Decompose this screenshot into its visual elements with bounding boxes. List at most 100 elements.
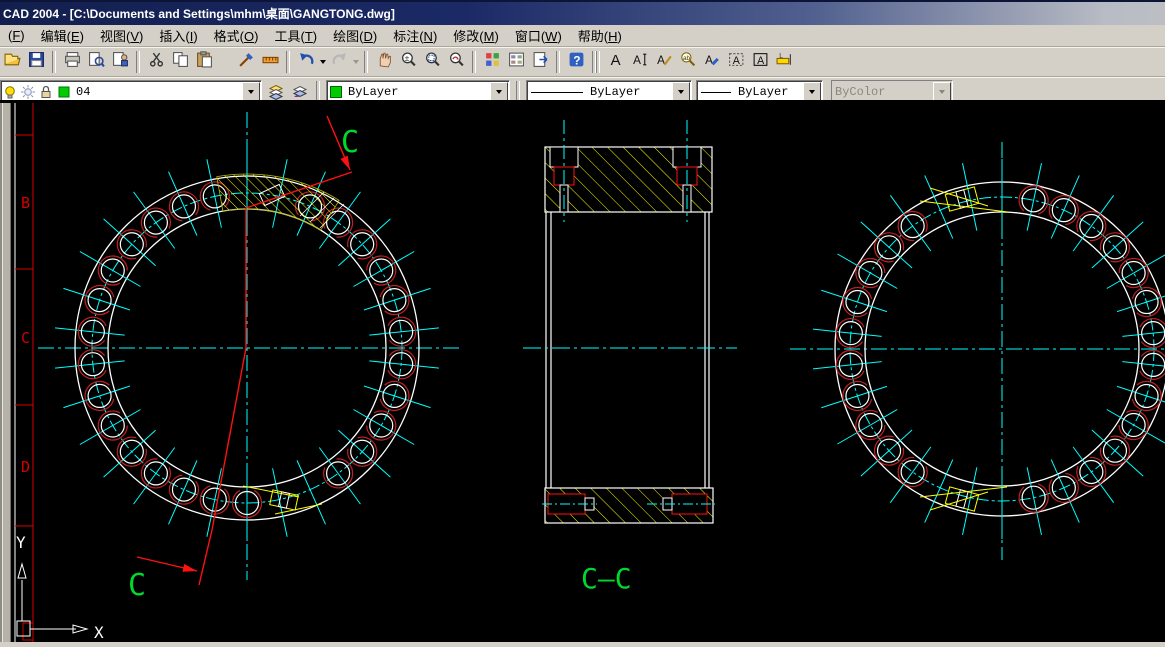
plotstyle-combo-arrow xyxy=(933,82,951,102)
preview-icon xyxy=(88,51,105,73)
menu-bar: (F) 编辑(E) 视图(V) 插入(I) 格式(O) 工具(T) 绘图(D) 标注(N) 修改… xyxy=(0,25,1165,47)
sheetset-button[interactable] xyxy=(529,51,551,73)
designcenter-button[interactable] xyxy=(505,51,527,73)
paste-icon xyxy=(196,51,213,73)
menu-item-7[interactable]: 标注(N) xyxy=(385,24,445,47)
matchruler-button[interactable] xyxy=(259,51,281,73)
edittext-button[interactable]: A xyxy=(653,51,675,73)
redo-dropdown-button[interactable] xyxy=(351,51,360,73)
toolbar-gap xyxy=(216,51,234,73)
designcenter-icon xyxy=(508,51,525,73)
find-icon: ab xyxy=(680,51,697,73)
menu-item-3[interactable]: 插入(I) xyxy=(151,24,205,47)
menu-item-9[interactable]: 窗口(W) xyxy=(507,24,570,47)
zoom-realtime-button[interactable]: ± xyxy=(397,51,419,73)
svg-text:±: ± xyxy=(404,53,409,63)
style-button[interactable]: A xyxy=(701,51,723,73)
lineweight-value: ByLayer xyxy=(738,85,789,99)
svg-text:?: ? xyxy=(573,54,580,67)
toolbar-separator xyxy=(472,51,476,73)
undo-dropdown-button[interactable] xyxy=(318,51,327,73)
standard-toolbar-buttons: ±? xyxy=(0,51,588,73)
copy-icon xyxy=(172,51,189,73)
layer-combo-arrow[interactable] xyxy=(242,82,260,102)
linetype-combo-arrow[interactable] xyxy=(672,82,690,102)
ucs-icon: XY xyxy=(16,533,104,642)
save-button[interactable] xyxy=(25,51,47,73)
dtext-button[interactable]: A xyxy=(629,51,651,73)
title-bar: CAD 2004 - [C:\Documents and Settings\mh… xyxy=(0,0,1165,25)
copy-button[interactable] xyxy=(169,51,191,73)
dock-edge-strip xyxy=(0,103,11,642)
redo-button[interactable] xyxy=(328,51,350,73)
properties-button[interactable] xyxy=(481,51,503,73)
layer-name: 04 xyxy=(76,85,91,99)
menu-item-10[interactable]: 帮助(H) xyxy=(570,24,630,47)
svg-text:B: B xyxy=(21,194,30,212)
zoom-window-button[interactable] xyxy=(421,51,443,73)
svg-text:ab: ab xyxy=(682,55,690,62)
help-button[interactable]: ? xyxy=(565,51,587,73)
ucs-x-label: X xyxy=(94,623,104,642)
scaletext-button[interactable]: A xyxy=(725,51,747,73)
zoom-window-icon xyxy=(424,51,441,73)
cut-button[interactable] xyxy=(145,51,167,73)
undo-icon xyxy=(298,51,315,73)
svg-text:A: A xyxy=(633,54,641,67)
section-label-0: C xyxy=(341,125,359,160)
style-icon: A xyxy=(704,51,721,73)
menu-item-4[interactable]: 格式(O) xyxy=(206,24,267,47)
dropdown-arrow-icon xyxy=(352,60,359,64)
open-icon xyxy=(3,51,21,73)
matchprop-button[interactable] xyxy=(235,51,257,73)
undo-button[interactable] xyxy=(295,51,317,73)
svg-text:A: A xyxy=(705,54,713,67)
matchruler-icon xyxy=(262,51,279,73)
color-swatch xyxy=(330,86,342,98)
menu-item-8[interactable]: 修改(M) xyxy=(445,24,507,47)
menu-item-5[interactable]: 工具(T) xyxy=(266,24,325,47)
zoom-previous-button[interactable] xyxy=(445,51,467,73)
paste-button[interactable] xyxy=(193,51,215,73)
lineweight-sample xyxy=(701,91,731,93)
print-button[interactable] xyxy=(61,51,83,73)
pan-button[interactable] xyxy=(373,51,395,73)
drawing-area[interactable]: B C D C C C—C X Y xyxy=(0,100,1165,642)
justify-button[interactable]: A xyxy=(749,51,771,73)
menu-item-0[interactable]: (F) xyxy=(0,26,33,45)
convert-icon: L xyxy=(776,51,793,73)
standard-toolbar: ±? A A Aab A A A L xyxy=(0,47,1165,77)
layer-swatch-icon xyxy=(56,84,72,100)
properties-icon xyxy=(484,51,501,73)
layer-sun-icon xyxy=(20,84,36,100)
menu-item-6[interactable]: 绘图(D) xyxy=(325,24,385,47)
window-title: CAD 2004 - [C:\Documents and Settings\mh… xyxy=(3,7,395,21)
drawing-canvas[interactable]: BCDCC C—CXY xyxy=(0,100,1165,642)
section-label-2: C—C xyxy=(581,562,632,595)
help-icon: ? xyxy=(568,51,585,73)
publish-button[interactable] xyxy=(109,51,131,73)
save-icon xyxy=(28,51,45,73)
left-ring-view xyxy=(38,112,462,580)
layer-previous-icon xyxy=(292,84,308,100)
mtext-button[interactable]: A xyxy=(605,51,627,73)
menu-item-2[interactable]: 视图(V) xyxy=(92,24,151,47)
mtext-icon: A xyxy=(608,51,625,73)
convert-button[interactable]: L xyxy=(773,51,795,73)
svg-text:L: L xyxy=(779,53,783,60)
layer-status-icons xyxy=(1,84,73,100)
toolbar-separator xyxy=(136,51,140,73)
open-button[interactable] xyxy=(1,51,23,73)
color-combo-arrow[interactable] xyxy=(490,82,508,102)
preview-button[interactable] xyxy=(85,51,107,73)
menu-item-1[interactable]: 编辑(E) xyxy=(33,24,92,47)
toolbar-separator xyxy=(556,51,560,73)
key-feature xyxy=(269,489,299,511)
toolbar-separator xyxy=(286,51,290,73)
linetype-sample xyxy=(531,91,583,93)
print-icon xyxy=(64,51,81,73)
lineweight-combo-arrow[interactable] xyxy=(803,82,821,102)
dropdown-arrow-icon xyxy=(319,60,326,64)
scaletext-icon: A xyxy=(728,51,745,73)
find-button[interactable]: ab xyxy=(677,51,699,73)
